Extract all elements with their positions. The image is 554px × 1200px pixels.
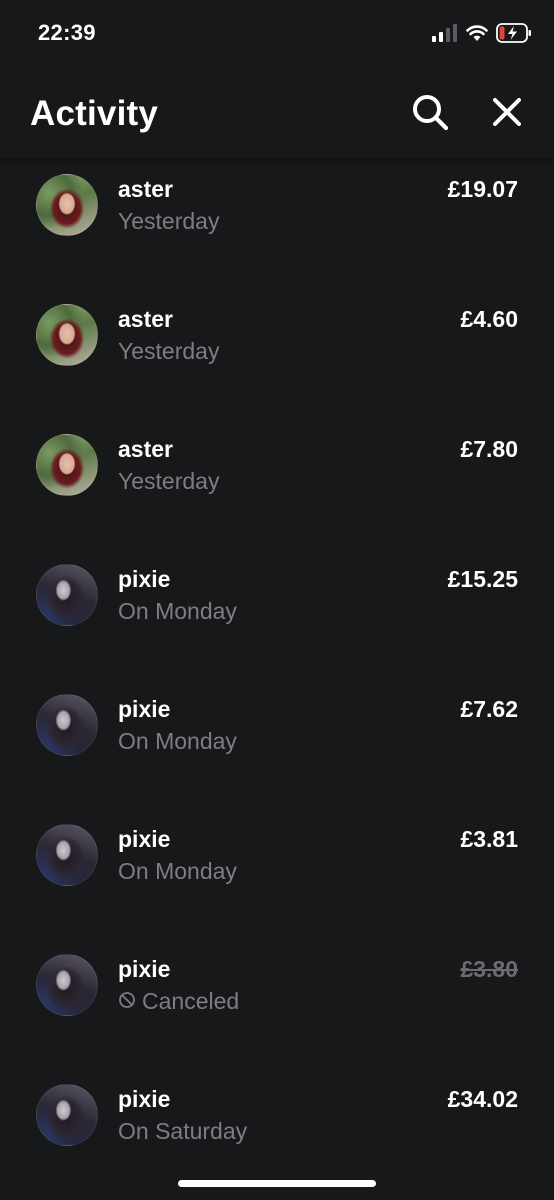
activity-time: On Monday — [118, 728, 237, 754]
status-bar: 22:39 — [0, 0, 554, 70]
activity-row[interactable]: pixie On Monday £7.62 — [0, 678, 554, 808]
avatar — [36, 564, 98, 626]
wifi-icon — [466, 24, 488, 47]
activity-amount: £3.80 — [460, 956, 518, 982]
activity-time: On Saturday — [118, 1118, 248, 1144]
avatar — [36, 1084, 98, 1146]
close-button[interactable] — [485, 92, 529, 136]
avatar — [36, 954, 98, 1016]
status-icons — [432, 22, 532, 48]
signal-bars-icon — [432, 23, 458, 47]
activity-row[interactable]: aster Yesterday £4.60 — [0, 288, 554, 418]
avatar — [36, 304, 98, 366]
activity-time: On Monday — [118, 598, 237, 624]
activity-row[interactable]: pixie On Monday £3.81 — [0, 808, 554, 938]
activity-amount: £7.62 — [460, 696, 518, 722]
avatar — [36, 694, 98, 756]
payee-name: pixie — [118, 956, 171, 982]
activity-row[interactable]: pixie On Saturday £34.02 — [0, 1068, 554, 1178]
search-icon — [410, 92, 450, 137]
activity-row[interactable]: aster Yesterday £7.80 — [0, 418, 554, 548]
home-indicator[interactable] — [178, 1180, 376, 1187]
payee-name: pixie — [118, 696, 171, 722]
activity-time: On Monday — [118, 858, 237, 884]
activity-amount: £3.81 — [460, 826, 518, 852]
avatar — [36, 824, 98, 886]
activity-row[interactable]: pixie On Monday £15.25 — [0, 548, 554, 678]
activity-amount: £15.25 — [447, 566, 518, 592]
canceled-icon — [118, 988, 136, 1015]
activity-amount: £34.02 — [447, 1086, 518, 1112]
header: Activity — [0, 70, 554, 158]
activity-time: Yesterday — [118, 338, 220, 364]
payee-name: aster — [118, 176, 173, 202]
page-title: Activity — [30, 94, 159, 133]
search-button[interactable] — [408, 92, 452, 136]
activity-row[interactable]: pixie Canceled £3.80 — [0, 938, 554, 1068]
payee-name: aster — [118, 306, 173, 332]
activity-amount: £4.60 — [460, 306, 518, 332]
activity-amount: £7.80 — [460, 436, 518, 462]
activity-amount: £19.07 — [447, 176, 518, 202]
activity-row[interactable]: aster Yesterday £19.07 — [0, 158, 554, 288]
avatar — [36, 434, 98, 496]
payee-name: pixie — [118, 566, 171, 592]
activity-time: Yesterday — [118, 468, 220, 494]
activity-list: aster Yesterday £19.07 aster Yesterday £… — [0, 158, 554, 1178]
activity-status: Canceled — [118, 988, 239, 1015]
activity-time: Yesterday — [118, 208, 220, 234]
avatar — [36, 174, 98, 236]
status-time: 22:39 — [38, 20, 96, 45]
close-icon — [492, 97, 522, 132]
payee-name: aster — [118, 436, 173, 462]
payee-name: pixie — [118, 1086, 171, 1112]
payee-name: pixie — [118, 826, 171, 852]
battery-charging-icon — [496, 22, 532, 48]
